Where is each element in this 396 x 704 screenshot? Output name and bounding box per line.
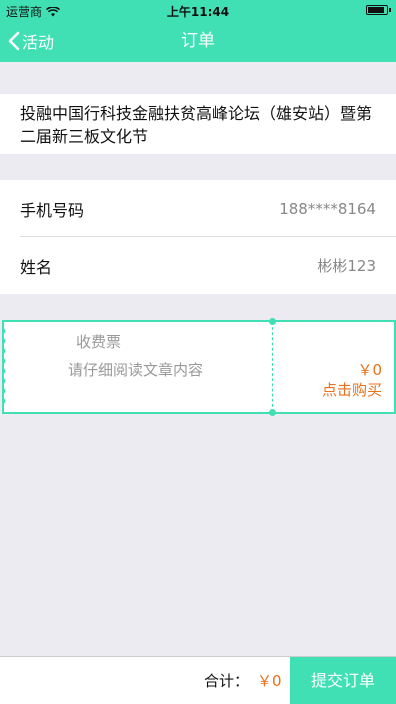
event-title: 投融中国行科技金融扶贫高峰论坛（雄安站）暨第二届新三板文化节 <box>20 104 373 146</box>
buy-button[interactable]: 点击购买 <box>322 379 382 400</box>
total-label: 合计： <box>204 672 250 690</box>
info-card: 手机号码 188****8164 姓名 彬彬123 <box>0 180 396 294</box>
ticket-name: 收费票 <box>76 333 122 351</box>
name-row[interactable]: 姓名 彬彬123 <box>0 237 396 294</box>
ticket-price: ￥0 <box>357 361 382 379</box>
ticket-description: 请仔细阅读文章内容 <box>68 361 204 379</box>
phone-row[interactable]: 手机号码 188****8164 <box>0 180 396 237</box>
total-value: ￥0 <box>257 672 282 690</box>
ticket-card[interactable]: 收费票 请仔细阅读文章内容 ￥0 点击购买 <box>2 318 396 416</box>
battery-icon <box>366 5 391 15</box>
ticket-notch-top <box>269 318 276 325</box>
ticket-scallop-edge <box>2 326 8 408</box>
submit-order-button[interactable]: 提交订单 <box>290 657 396 704</box>
status-time: 上午11:44 <box>166 5 230 19</box>
bottom-bar: 合计： ￥0 提交订单 <box>0 656 396 704</box>
ticket-dashed-divider <box>272 322 273 412</box>
phone-label: 手机号码 <box>20 200 85 220</box>
nav-bar: 活动 订单 <box>0 20 396 62</box>
status-bar: 运营商 上午11:44 <box>0 0 396 20</box>
phone-value: 188****8164 <box>279 199 376 218</box>
event-card: 投融中国行科技金融扶贫高峰论坛（雄安站）暨第二届新三板文化节 <box>0 94 396 154</box>
name-label: 姓名 <box>20 257 53 277</box>
name-value: 彬彬123 <box>317 257 376 275</box>
page-title: 订单 <box>181 31 215 51</box>
ticket-notch-bottom <box>269 409 276 416</box>
